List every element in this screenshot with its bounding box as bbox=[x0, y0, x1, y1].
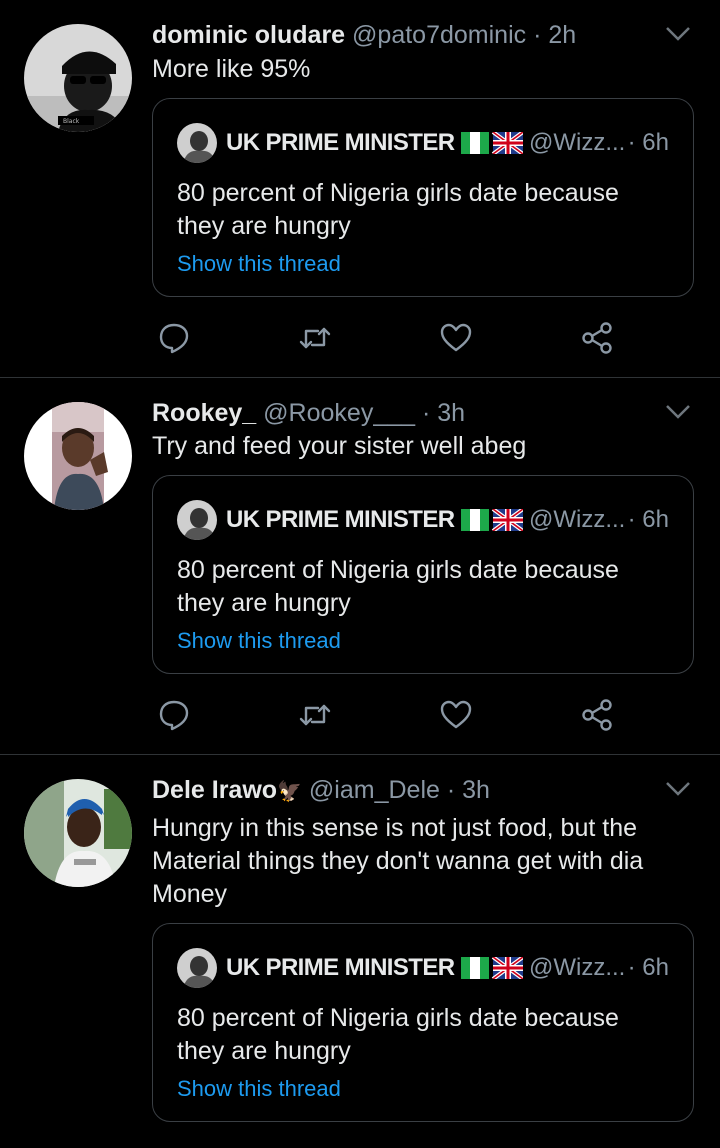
timestamp[interactable]: 3h bbox=[437, 399, 465, 427]
user-handle[interactable]: @iam_Dele bbox=[309, 776, 440, 804]
quoted-timestamp[interactable]: · 6h bbox=[628, 948, 669, 988]
tweet-text: Try and feed your sister well abeg bbox=[152, 432, 527, 460]
flags-icon bbox=[461, 132, 523, 154]
retweet-button[interactable] bbox=[295, 695, 335, 735]
share-button[interactable] bbox=[577, 318, 617, 358]
quoted-tweet-text: 80 percent of Nigeria girls date because… bbox=[177, 1004, 619, 1065]
quoted-tweet-text: 80 percent of Nigeria girls date because… bbox=[177, 179, 619, 240]
quoted-tweet-header: UK PRIME MINISTER @Wizz... · 6h bbox=[177, 123, 675, 163]
timeline-feed: Black dominic oludare @pato7dominic · 2h… bbox=[0, 0, 720, 1148]
quoted-display-name[interactable]: UK PRIME MINISTER bbox=[226, 948, 455, 988]
timestamp[interactable]: 2h bbox=[548, 21, 576, 49]
avatar[interactable] bbox=[24, 402, 132, 510]
reply-button[interactable] bbox=[154, 318, 194, 358]
tweet[interactable]: Rookey_ @Rookey___ · 3h Try and feed you… bbox=[0, 378, 720, 755]
share-icon bbox=[582, 699, 612, 731]
quoted-tweet[interactable]: UK PRIME MINISTER @Wizz... · 6h 80 perce… bbox=[152, 98, 694, 297]
quoted-tweet-header: UK PRIME MINISTER @Wizz... · 6h bbox=[177, 948, 675, 988]
quoted-tweet-header: UK PRIME MINISTER @Wizz... · 6h bbox=[177, 500, 675, 540]
show-thread-link[interactable]: Show this thread bbox=[177, 626, 341, 656]
avatar[interactable] bbox=[24, 779, 132, 887]
tweet-header: dominic oludare @pato7dominic · 2h bbox=[152, 18, 650, 52]
quoted-timestamp[interactable]: · 6h bbox=[628, 123, 669, 163]
avatar[interactable]: Black bbox=[24, 24, 132, 132]
reply-button[interactable] bbox=[154, 695, 194, 735]
separator-dot: · bbox=[415, 399, 438, 427]
chevron-down-icon[interactable] bbox=[664, 779, 692, 799]
retweet-icon bbox=[299, 327, 331, 349]
chevron-down-icon[interactable] bbox=[664, 24, 692, 44]
tweet[interactable]: Dele Irawo🦅 @iam_Dele · 3h Hungry in thi… bbox=[0, 755, 720, 1148]
like-icon bbox=[440, 700, 472, 729]
quoted-user-handle[interactable]: @Wizz... bbox=[529, 123, 625, 163]
retweet-button[interactable] bbox=[295, 318, 335, 358]
reply-icon bbox=[159, 323, 189, 354]
share-button[interactable] bbox=[577, 695, 617, 735]
quoted-user-handle[interactable]: @Wizz... bbox=[529, 500, 625, 540]
separator-dot: · bbox=[526, 21, 549, 49]
retweet-icon bbox=[299, 704, 331, 726]
like-icon bbox=[440, 323, 472, 352]
user-handle[interactable]: @pato7dominic bbox=[352, 21, 526, 49]
quoted-tweet[interactable]: UK PRIME MINISTER @Wizz... · 6h 80 perce… bbox=[152, 923, 694, 1122]
flags-icon bbox=[461, 509, 523, 531]
tweet-text: Hungry in this sense is not just food, b… bbox=[152, 814, 644, 908]
quoted-avatar[interactable] bbox=[177, 123, 217, 163]
eagle-badge-icon: 🦅 bbox=[277, 781, 302, 803]
flags-icon bbox=[461, 957, 523, 979]
like-button[interactable] bbox=[436, 318, 476, 358]
tweet-text: More like 95% bbox=[152, 55, 311, 83]
tweet-actions bbox=[152, 318, 620, 358]
separator-dot: · bbox=[439, 776, 463, 804]
tweet-actions bbox=[152, 695, 620, 735]
display-name[interactable]: Dele Irawo bbox=[152, 776, 277, 804]
avatar-caption: Black bbox=[63, 118, 80, 125]
reply-icon bbox=[159, 700, 189, 731]
quoted-avatar[interactable] bbox=[177, 948, 217, 988]
quoted-tweet-text: 80 percent of Nigeria girls date because… bbox=[177, 556, 619, 617]
display-name[interactable]: Rookey_ bbox=[152, 399, 256, 427]
tweet-header: Rookey_ @Rookey___ · 3h bbox=[152, 396, 650, 430]
user-handle[interactable]: @Rookey___ bbox=[263, 399, 415, 427]
like-button[interactable] bbox=[436, 695, 476, 735]
timestamp[interactable]: 3h bbox=[462, 776, 490, 804]
show-thread-link[interactable]: Show this thread bbox=[177, 1074, 341, 1104]
tweet-header: Dele Irawo🦅 @iam_Dele · 3h bbox=[152, 773, 650, 809]
share-icon bbox=[582, 322, 612, 354]
quoted-tweet[interactable]: UK PRIME MINISTER @Wizz... · 6h 80 perce… bbox=[152, 475, 694, 674]
quoted-display-name[interactable]: UK PRIME MINISTER bbox=[226, 123, 455, 163]
chevron-down-icon[interactable] bbox=[664, 402, 692, 422]
quoted-avatar[interactable] bbox=[177, 500, 217, 540]
display-name[interactable]: dominic oludare bbox=[152, 21, 345, 49]
show-thread-link[interactable]: Show this thread bbox=[177, 249, 341, 279]
quoted-display-name[interactable]: UK PRIME MINISTER bbox=[226, 500, 455, 540]
quoted-user-handle[interactable]: @Wizz... bbox=[529, 948, 625, 988]
quoted-timestamp[interactable]: · 6h bbox=[628, 500, 669, 540]
tweet[interactable]: Black dominic oludare @pato7dominic · 2h… bbox=[0, 0, 720, 378]
